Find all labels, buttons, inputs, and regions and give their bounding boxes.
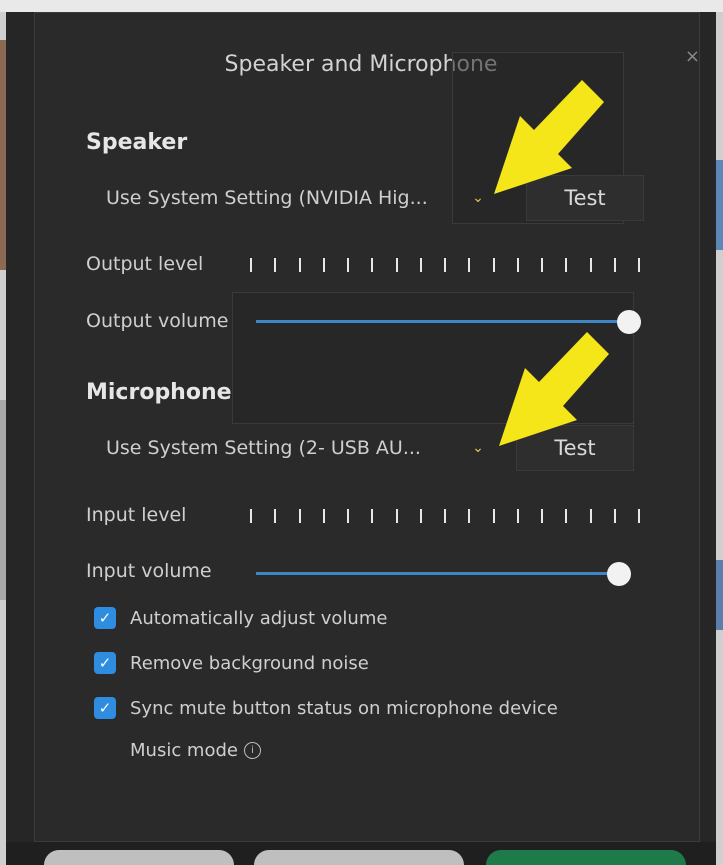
level-tick <box>420 509 422 523</box>
level-tick <box>250 509 252 523</box>
option-label: Automatically adjust volume <box>130 607 388 629</box>
option-auto-adjust-volume[interactable]: ✓ Automatically adjust volume <box>94 604 387 632</box>
level-tick <box>541 258 543 272</box>
screen: Speaker and Microphone × Speaker Use Sys… <box>0 0 723 865</box>
footer-button-right[interactable] <box>486 850 686 865</box>
footer-button-left[interactable] <box>44 850 234 865</box>
background-top <box>0 0 723 12</box>
level-tick <box>371 509 373 523</box>
checkbox-checked-icon[interactable]: ✓ <box>94 607 116 629</box>
level-tick <box>590 258 592 272</box>
annotation-arrow-microphone <box>499 332 609 446</box>
microphone-device-select[interactable]: Use System Setting (2- USB AU... ⌄ <box>88 425 498 471</box>
level-tick <box>371 258 373 272</box>
output-level-meter <box>250 258 640 274</box>
option-remove-background-noise[interactable]: ✓ Remove background noise <box>94 649 369 677</box>
level-tick <box>614 258 616 272</box>
speaker-device-value: Use System Setting (NVIDIA Hig... <box>106 187 428 209</box>
level-tick <box>347 258 349 272</box>
music-mode-label: Music mode <box>130 740 238 761</box>
level-tick <box>299 509 301 523</box>
output-volume-label: Output volume <box>86 310 229 332</box>
input-level-meter <box>250 509 640 525</box>
level-tick <box>250 258 252 272</box>
level-tick <box>638 258 640 272</box>
level-tick <box>396 509 398 523</box>
option-sync-mute-button[interactable]: ✓ Sync mute button status on microphone … <box>94 694 558 722</box>
level-tick <box>517 509 519 523</box>
speaker-heading: Speaker <box>86 130 188 155</box>
input-level-label: Input level <box>86 504 187 526</box>
level-tick <box>323 258 325 272</box>
info-icon[interactable]: i <box>243 742 261 759</box>
microphone-device-value: Use System Setting (2- USB AU... <box>106 437 421 459</box>
level-tick <box>493 509 495 523</box>
level-tick <box>274 509 276 523</box>
level-tick <box>420 258 422 272</box>
level-tick <box>468 509 470 523</box>
input-volume-label: Input volume <box>86 560 212 582</box>
output-volume-track <box>256 320 641 323</box>
speaker-microphone-dialog: Speaker and Microphone × Speaker Use Sys… <box>6 12 716 865</box>
option-label: Sync mute button status on microphone de… <box>130 697 558 719</box>
level-tick <box>565 509 567 523</box>
level-tick <box>638 509 640 523</box>
input-volume-track <box>256 572 631 575</box>
option-label: Remove background noise <box>130 652 369 674</box>
level-tick <box>299 258 301 272</box>
level-tick <box>614 509 616 523</box>
level-tick <box>468 258 470 272</box>
music-mode[interactable]: Music mode i <box>130 740 261 761</box>
level-tick <box>565 258 567 272</box>
level-tick <box>541 509 543 523</box>
checkbox-checked-icon[interactable]: ✓ <box>94 652 116 674</box>
close-icon[interactable]: × <box>685 46 700 67</box>
level-tick <box>323 509 325 523</box>
microphone-heading: Microphone <box>86 380 232 405</box>
level-tick <box>590 509 592 523</box>
checkbox-checked-icon[interactable]: ✓ <box>94 697 116 719</box>
level-tick <box>396 258 398 272</box>
input-volume-slider[interactable] <box>256 562 631 586</box>
level-tick <box>347 509 349 523</box>
level-tick <box>274 258 276 272</box>
footer-button-middle[interactable] <box>254 850 464 865</box>
level-tick <box>444 258 446 272</box>
input-volume-thumb[interactable] <box>607 562 631 586</box>
level-tick <box>493 258 495 272</box>
annotation-arrow-speaker <box>494 80 604 194</box>
level-tick <box>517 258 519 272</box>
level-tick <box>444 509 446 523</box>
output-level-label: Output level <box>86 253 204 275</box>
speaker-device-select[interactable]: Use System Setting (NVIDIA Hig... ⌄ <box>88 175 498 221</box>
